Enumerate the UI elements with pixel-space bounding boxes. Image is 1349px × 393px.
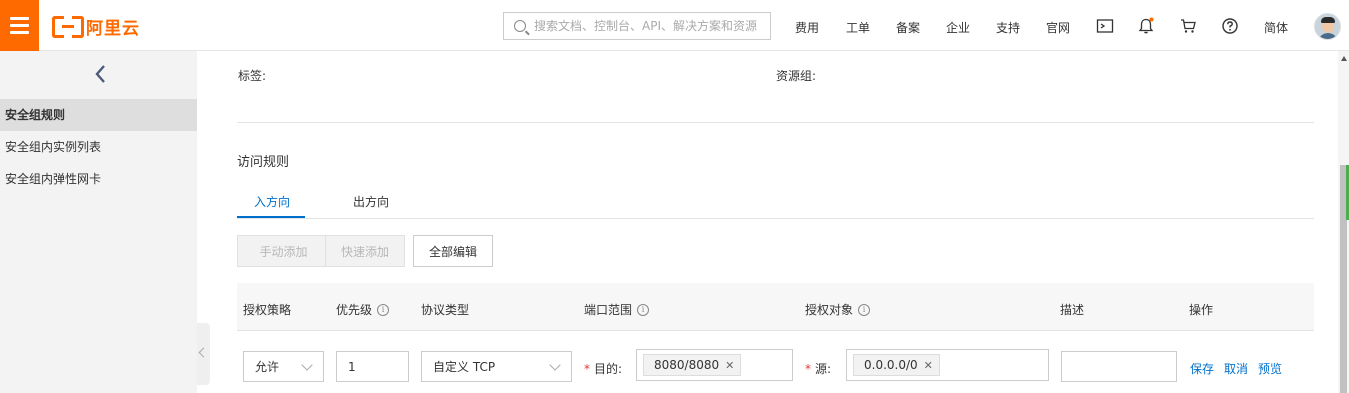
- language-switch[interactable]: 简体: [1264, 19, 1288, 36]
- chevron-down-icon: [301, 359, 313, 371]
- close-icon[interactable]: ✕: [725, 359, 734, 372]
- nav-icp[interactable]: 备案: [896, 19, 920, 36]
- sidebar-item-instances[interactable]: 安全组内实例列表: [0, 131, 197, 163]
- save-link[interactable]: 保存: [1190, 360, 1214, 377]
- user-avatar[interactable]: [1314, 13, 1341, 40]
- port-range-input[interactable]: 8080/8080 ✕: [636, 349, 793, 381]
- nav-billing[interactable]: 费用: [795, 19, 819, 36]
- col-authorization-object: 授权对象 i: [805, 301, 871, 318]
- info-icon[interactable]: i: [858, 303, 871, 316]
- info-icon[interactable]: i: [377, 303, 390, 316]
- aliyun-logo[interactable]: 阿里云: [52, 14, 140, 39]
- protocol-select[interactable]: 自定义 TCP: [421, 351, 572, 382]
- tab-inbound[interactable]: 入方向: [254, 193, 290, 210]
- nav-support[interactable]: 支持: [996, 19, 1020, 36]
- nav-tickets[interactable]: 工单: [846, 19, 870, 36]
- nav-enterprise[interactable]: 企业: [946, 19, 970, 36]
- col-actions: 操作: [1189, 303, 1214, 317]
- notification-dot-icon: [1149, 17, 1154, 22]
- aliyun-logo-mark-icon: [52, 16, 84, 38]
- chevron-left-icon[interactable]: [90, 63, 112, 85]
- protocol-select-value: 自定义 TCP: [433, 360, 496, 374]
- scroll-up-arrow-icon[interactable]: [1341, 56, 1347, 61]
- col-port-range: 端口范围 i: [584, 301, 650, 318]
- tags-label: 标签:: [238, 69, 267, 83]
- tabs-baseline: [237, 218, 1314, 219]
- section-divider: [237, 122, 1314, 123]
- access-rules-title: 访问规则: [237, 155, 290, 170]
- description-input[interactable]: [1073, 359, 1176, 374]
- nav-official-site[interactable]: 官网: [1046, 19, 1070, 36]
- policy-select-value: 允许: [255, 360, 280, 374]
- terminal-icon[interactable]: [1096, 17, 1114, 35]
- help-icon[interactable]: [1221, 17, 1239, 35]
- sidebar-item-eni[interactable]: 安全组内弹性网卡: [0, 163, 197, 195]
- global-search[interactable]: [503, 12, 771, 40]
- resource-group-label: 资源组:: [776, 69, 817, 83]
- description-input-wrapper: [1061, 351, 1177, 382]
- cart-icon[interactable]: [1179, 17, 1197, 35]
- priority-input-wrapper: [336, 351, 409, 382]
- source-tag: 0.0.0.0/0 ✕: [853, 354, 940, 376]
- col-priority: 优先级 i: [336, 301, 390, 318]
- source-input[interactable]: 0.0.0.0/0 ✕: [846, 349, 1049, 381]
- info-icon[interactable]: i: [637, 303, 650, 316]
- sidebar-toggle-handle[interactable]: [197, 323, 210, 385]
- top-bar: 阿里云 费用 工单 备案 企业 支持 官网 简体: [0, 0, 1349, 51]
- manual-add-button[interactable]: 手动添加: [237, 235, 330, 267]
- search-input[interactable]: [534, 19, 764, 33]
- col-policy: 授权策略: [243, 303, 292, 317]
- preview-link[interactable]: 预览: [1258, 360, 1282, 377]
- bell-icon[interactable]: [1137, 17, 1155, 35]
- sidebar: 安全组规则 安全组内实例列表 安全组内弹性网卡: [0, 51, 197, 393]
- logo-text: 阿里云: [86, 18, 140, 39]
- port-range-tag: 8080/8080 ✕: [643, 354, 742, 376]
- close-icon[interactable]: ✕: [924, 359, 933, 372]
- sidebar-item-security-group-rules[interactable]: 安全组规则: [0, 99, 197, 131]
- policy-select[interactable]: 允许: [243, 351, 324, 382]
- search-icon: [514, 20, 526, 32]
- priority-input[interactable]: [348, 359, 408, 374]
- source-label: * 源:: [805, 362, 832, 376]
- col-protocol: 协议类型: [421, 303, 470, 317]
- active-tab-indicator: [237, 216, 305, 218]
- col-description: 描述: [1060, 303, 1085, 317]
- chevron-down-icon: [549, 359, 561, 371]
- destination-label: * 目的:: [584, 362, 623, 376]
- quick-add-button[interactable]: 快速添加: [325, 235, 405, 267]
- cancel-link[interactable]: 取消: [1224, 360, 1248, 377]
- edit-all-button[interactable]: 全部编辑: [413, 235, 493, 267]
- tab-outbound[interactable]: 出方向: [353, 193, 389, 210]
- rules-table-header: 授权策略 优先级 i 协议类型 端口范围 i 授权对象 i 描述 操作: [237, 283, 1314, 331]
- hamburger-menu-icon[interactable]: [0, 0, 39, 51]
